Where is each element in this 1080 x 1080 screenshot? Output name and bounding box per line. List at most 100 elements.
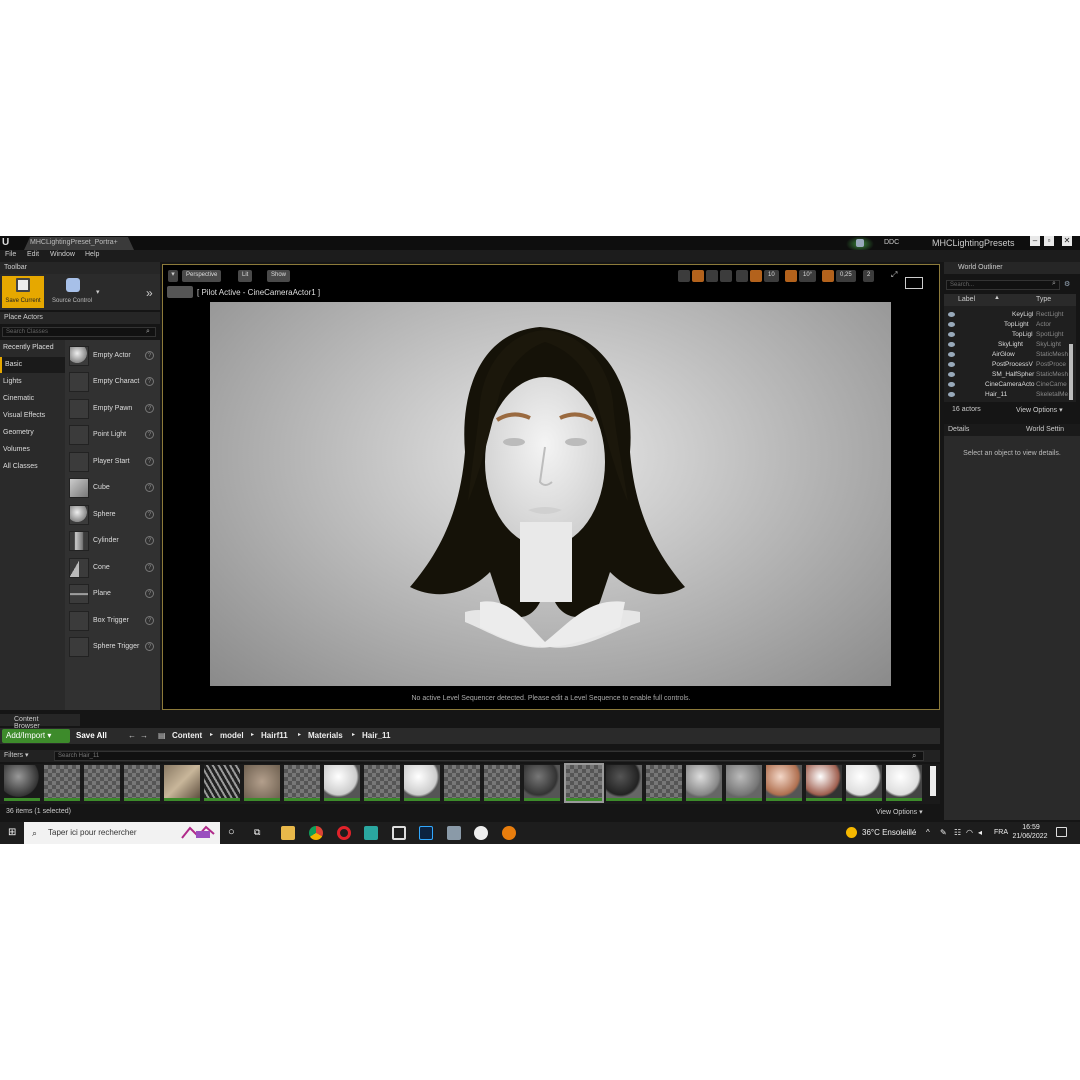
actor-item-cube[interactable]: Cube ? [65, 476, 160, 502]
category-visual-effects[interactable]: Visual Effects [0, 408, 65, 424]
close-button[interactable]: ✕ [1062, 236, 1072, 246]
minimize-button[interactable]: – [1030, 236, 1040, 246]
content-search-input[interactable]: Search Hair_11 [54, 751, 924, 761]
outliner-row[interactable]: TopLight Actor [944, 320, 1076, 330]
actor-item-sphere-trigger[interactable]: Sphere Trigger ? [65, 635, 160, 661]
asset-tile[interactable] [806, 765, 842, 801]
wifi-icon[interactable]: ◠ [966, 828, 973, 837]
help-icon[interactable]: ? [145, 351, 154, 360]
clock-date[interactable]: 21/06/2022 [1010, 833, 1050, 840]
outliner-row[interactable]: SM_HalfSpher StaticMesh [944, 370, 1076, 380]
help-icon[interactable]: ? [145, 536, 154, 545]
camera-speed-value[interactable]: 2 [863, 270, 875, 282]
outliner-row[interactable]: KeyLigl RectLight [944, 310, 1076, 320]
actor-item-empty-pawn[interactable]: Empty Pawn ? [65, 397, 160, 423]
help-icon[interactable]: ? [145, 642, 154, 651]
save-all-button[interactable]: Save All [76, 731, 107, 740]
asset-tile[interactable] [766, 765, 802, 801]
document-tab[interactable]: MHCLightingPreset_Portra+ [24, 237, 134, 250]
weather-widget[interactable]: 36°C Ensoleillé [862, 828, 916, 837]
clock-time[interactable]: 16:59 [1016, 824, 1046, 831]
asset-tile[interactable] [44, 765, 80, 801]
menu-help[interactable]: Help [85, 251, 99, 258]
notifications-icon[interactable] [1056, 827, 1067, 837]
help-icon[interactable]: ? [145, 589, 154, 598]
photoshop-icon[interactable] [419, 826, 433, 840]
asset-tile[interactable] [646, 765, 682, 801]
back-arrow-icon[interactable]: ← [128, 731, 136, 740]
unreal-engine-taskbar-icon[interactable] [474, 826, 488, 840]
toolbar-tab[interactable]: Toolbar [0, 262, 160, 274]
scene-render[interactable] [210, 302, 891, 686]
rotation-snap-value[interactable]: 10° [799, 270, 817, 282]
asset-tile-selected[interactable] [564, 763, 604, 803]
category-lights[interactable]: Lights [0, 374, 65, 390]
actor-item-box-trigger[interactable]: Box Trigger ? [65, 609, 160, 635]
category-volumes[interactable]: Volumes [0, 442, 65, 458]
opera-icon[interactable] [337, 826, 351, 840]
help-icon[interactable]: ? [145, 616, 154, 625]
actor-item-empty-actor[interactable]: Empty Actor ? [65, 344, 160, 370]
asset-tile[interactable] [846, 765, 882, 801]
scale-snap-icon[interactable] [822, 270, 834, 282]
windows-start-icon[interactable]: ⊞ [8, 828, 18, 838]
help-icon[interactable]: ? [145, 457, 154, 466]
asset-tile[interactable] [244, 765, 280, 801]
world-settings-tab[interactable]: World Settin [1026, 426, 1064, 433]
visibility-eye-icon[interactable] [948, 342, 955, 347]
network-icon[interactable]: ☷ [954, 828, 961, 837]
visibility-eye-icon[interactable] [948, 362, 955, 367]
visibility-eye-icon[interactable] [948, 352, 955, 357]
actor-item-empty-character[interactable]: Empty Charact ? [65, 370, 160, 396]
pen-icon[interactable]: ✎ [940, 828, 947, 837]
breadcrumb-hair11[interactable]: Hair_11 [362, 731, 390, 740]
filters-button[interactable]: Filters ▾ [4, 751, 29, 759]
grid-snap-icon[interactable] [750, 270, 762, 282]
app-icon[interactable] [447, 826, 461, 840]
asset-tile[interactable] [324, 765, 360, 801]
content-browser-tab[interactable]: Content Browser [0, 714, 80, 730]
asset-tile[interactable] [686, 765, 722, 801]
perspective-button[interactable]: Perspective [182, 270, 222, 282]
cortana-icon[interactable]: ○ [228, 826, 235, 838]
menu-window[interactable]: Window [50, 251, 75, 258]
volume-icon[interactable]: ◂ [978, 828, 982, 837]
category-basic[interactable]: Basic [0, 357, 65, 373]
forward-arrow-icon[interactable]: → [140, 731, 148, 740]
file-explorer-icon[interactable] [281, 826, 295, 840]
asset-tile[interactable] [124, 765, 160, 801]
menu-file[interactable]: File [5, 251, 16, 258]
asset-scrollbar[interactable] [930, 766, 936, 796]
asset-tile[interactable] [444, 765, 480, 801]
sort-up-icon[interactable]: ▲ [994, 295, 1000, 301]
outliner-row[interactable]: SkyLight SkyLight [944, 340, 1076, 350]
content-view-options[interactable]: View Options ▾ [876, 808, 923, 816]
world-outliner-tab[interactable]: World Outliner [944, 262, 1080, 274]
blender-icon[interactable] [502, 826, 516, 840]
help-icon[interactable]: ? [145, 510, 154, 519]
add-import-button[interactable]: Add/Import ▾ [2, 729, 70, 743]
search-classes-input[interactable]: Search Classes [2, 327, 156, 337]
visibility-eye-icon[interactable] [948, 382, 955, 387]
asset-tile[interactable] [204, 765, 240, 801]
asset-tile[interactable] [886, 765, 922, 801]
3d-viewer-icon[interactable] [392, 826, 406, 840]
asset-tile[interactable] [606, 765, 642, 801]
category-all-classes[interactable]: All Classes [0, 459, 65, 475]
actor-item-point-light[interactable]: Point Light ? [65, 423, 160, 449]
rotation-snap-icon[interactable] [785, 270, 797, 282]
asset-tile[interactable] [164, 765, 200, 801]
actor-item-player-start[interactable]: Player Start ? [65, 450, 160, 476]
outliner-scrollbar[interactable] [1069, 344, 1073, 400]
breadcrumb-materials[interactable]: Materials [308, 731, 343, 740]
breadcrumb-separator-icon[interactable]: ▸ [210, 731, 213, 738]
visibility-eye-icon[interactable] [948, 332, 955, 337]
outliner-settings-icon[interactable]: ⚙ [1064, 280, 1070, 288]
translate-tool-icon[interactable] [678, 270, 690, 282]
visibility-eye-icon[interactable] [948, 392, 955, 397]
scale-tool-icon[interactable] [706, 270, 718, 282]
asset-tile[interactable] [524, 765, 560, 801]
chrome-icon[interactable] [309, 826, 323, 840]
maximize-viewport-icon[interactable]: ⤢ [891, 270, 897, 280]
asset-tile[interactable] [726, 765, 762, 801]
